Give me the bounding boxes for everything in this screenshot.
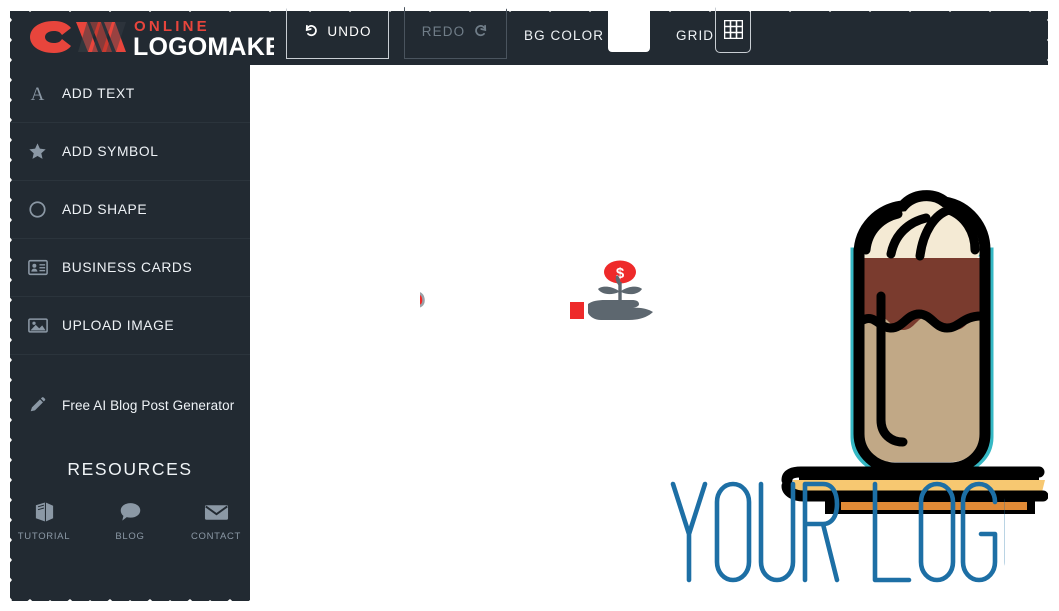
iced-coffee-glass-on-tray-icon — [781, 190, 1048, 514]
resource-link-label: BLOG — [115, 531, 145, 542]
resource-link-label: TUTORIAL — [17, 531, 71, 542]
sidebar-item-business-cards[interactable]: BUSINESS CARDS — [10, 239, 250, 297]
app-header: ONLINE LOGOMAKER UNDO REDO BG COL — [10, 5, 1048, 65]
resource-link-blog[interactable]: BLOG — [102, 500, 158, 542]
image-icon — [28, 317, 54, 334]
resource-links: TUTORIAL BLOG CONTACT — [10, 500, 250, 542]
pencil-icon — [28, 396, 54, 414]
redo-icon — [474, 23, 489, 41]
svg-text:LOGOMAKER: LOGOMAKER — [133, 33, 274, 59]
redo-label: REDO — [421, 24, 466, 39]
bg-color-swatch[interactable] — [608, 5, 650, 52]
sidebar-item-label: Free AI Blog Post Generator — [62, 397, 235, 413]
sidebar-item-label: ADD SHAPE — [62, 202, 148, 217]
circle-icon — [28, 200, 54, 219]
star-icon — [28, 142, 54, 161]
brand-logo[interactable]: ONLINE LOGOMAKER — [24, 15, 274, 59]
undo-label: UNDO — [327, 24, 372, 39]
sidebar-item-label: UPLOAD IMAGE — [62, 318, 175, 333]
sidebar-item-free-ai-blog-post-generator[interactable]: Free AI Blog Post Generator — [10, 379, 250, 431]
arabic-logo-svg: مشاريع ايجي مشاريع ايجي $ — [250, 260, 653, 320]
canvas-object-your-logo-text[interactable] — [665, 472, 1042, 592]
logomaker-app: ONLINE LOGOMAKER UNDO REDO BG COL — [0, 0, 1059, 611]
redo-button[interactable]: REDO — [404, 5, 507, 59]
grid-label: GRID — [676, 28, 715, 43]
your-logo-text-svg — [670, 481, 1042, 583]
sidebar-item-label: ADD SYMBOL — [62, 144, 159, 159]
speech-bubble-icon — [102, 500, 158, 524]
sidebar-item-upload-image[interactable]: UPLOAD IMAGE — [10, 297, 250, 355]
canvas-object-coffee-illustration[interactable] — [763, 184, 1048, 514]
undo-icon — [303, 23, 318, 41]
sidebar-item-label: ADD TEXT — [62, 86, 135, 101]
sidebar-item-add-shape[interactable]: ADD SHAPE — [10, 181, 250, 239]
undo-button[interactable]: UNDO — [286, 5, 389, 59]
grid-button[interactable] — [715, 5, 751, 53]
resource-link-label: CONTACT — [190, 531, 242, 542]
envelope-icon — [188, 500, 244, 524]
svg-text:مشاريع ايجي: مشاريع ايجي — [420, 270, 425, 314]
resources-title: RESOURCES — [67, 459, 193, 479]
sidebar-item-add-symbol[interactable]: ADD SYMBOL — [10, 123, 250, 181]
book-icon — [16, 500, 72, 524]
bg-color-label: BG COLOR — [524, 28, 605, 43]
sidebar-item-add-text[interactable]: A ADD TEXT — [10, 65, 250, 123]
resources-section: RESOURCES TUTORIAL BLOG CONTACT — [10, 459, 250, 542]
text-a-icon: A — [28, 84, 54, 103]
grid-icon — [723, 19, 743, 44]
brand-logo-svg: ONLINE LOGOMAKER — [30, 18, 274, 59]
resource-link-tutorial[interactable]: TUTORIAL — [16, 500, 72, 542]
svg-text:A: A — [31, 84, 45, 103]
hand-plant-dollar-icon: $ — [570, 260, 653, 320]
sidebar: A ADD TEXT ADD SYMBOL ADD SHAPE BUSINESS… — [10, 65, 250, 601]
sidebar-item-label: BUSINESS CARDS — [62, 260, 193, 275]
canvas-object-arabic-logo[interactable]: مشاريع ايجي مشاريع ايجي $ — [250, 255, 665, 335]
id-card-icon — [28, 259, 54, 276]
resource-link-contact[interactable]: CONTACT — [188, 500, 244, 542]
logo-canvas[interactable]: مشاريع ايجي مشاريع ايجي $ — [250, 65, 1048, 601]
